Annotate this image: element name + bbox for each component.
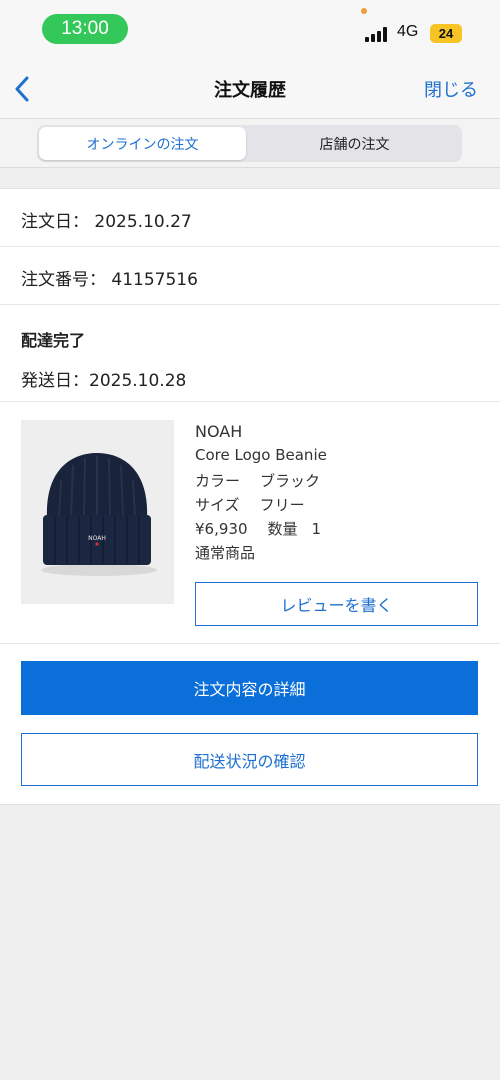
order-type-segment-bar: オンラインの注文 店舗の注文	[0, 118, 500, 168]
write-review-button[interactable]: レビューを書く	[195, 582, 478, 626]
battery-icon: 24	[430, 24, 462, 43]
back-button[interactable]	[8, 72, 36, 106]
tab-online-orders[interactable]: オンラインの注文	[39, 127, 246, 160]
order-date-label: 注文日：	[21, 212, 89, 232]
product-name: Core Logo Beanie	[195, 446, 327, 464]
product-size: サイズ フリー	[195, 494, 305, 515]
product-image[interactable]: NOAH	[21, 420, 174, 604]
product-brand: NOAH	[195, 422, 243, 441]
product-item: NOAH NOAH Core Logo Beanie カラー ブラック サイズ フリ…	[0, 402, 500, 644]
delivery-status-button[interactable]: 配送状況の確認	[21, 733, 478, 786]
order-date-value: 2025.10.27	[94, 212, 192, 232]
order-detail-button[interactable]: 注文内容の詳細	[21, 661, 478, 715]
order-number-value: 41157516	[111, 270, 198, 290]
product-price-qty: ¥6,930 数量 1	[195, 518, 321, 539]
order-card: 注文日： 2025.10.27 注文番号： 41157516 配達完了 発送日：…	[0, 188, 500, 805]
product-price: ¥6,930	[195, 520, 248, 538]
size-label: サイズ	[195, 496, 240, 514]
quantity-label: 数量	[267, 520, 298, 538]
network-type: 4G	[397, 23, 419, 40]
status-time: 13:00	[42, 14, 128, 44]
cellular-signal-icon	[365, 27, 391, 42]
delivery-status-row: 配達完了 発送日：2025.10.28	[0, 305, 500, 402]
beanie-logo: NOAH	[88, 535, 106, 542]
order-number-label: 注文番号：	[21, 270, 106, 290]
size-value: フリー	[259, 496, 305, 514]
tab-store-orders[interactable]: 店舗の注文	[251, 127, 458, 160]
navigation-bar: 注文履歴 閉じる	[0, 60, 500, 118]
order-date-row: 注文日： 2025.10.27	[0, 189, 500, 247]
privacy-indicator-icon	[361, 8, 367, 14]
product-category: 通常商品	[195, 544, 256, 562]
segmented-control: オンラインの注文 店舗の注文	[37, 125, 462, 162]
ship-date-value: 2025.10.28	[89, 371, 187, 391]
beanie-image: NOAH	[21, 420, 174, 604]
close-button[interactable]: 閉じる	[424, 76, 478, 102]
status-bar: 13:00 4G 24	[0, 0, 500, 60]
color-value: ブラック	[260, 472, 321, 490]
chevron-left-icon	[15, 76, 29, 102]
quantity-value: 1	[311, 520, 322, 538]
color-label: カラー	[195, 472, 241, 490]
product-color: カラー ブラック	[195, 470, 320, 491]
delivery-status: 配達完了	[21, 331, 86, 350]
ship-date-label: 発送日：	[21, 371, 89, 391]
order-number-row: 注文番号： 41157516	[0, 247, 500, 305]
